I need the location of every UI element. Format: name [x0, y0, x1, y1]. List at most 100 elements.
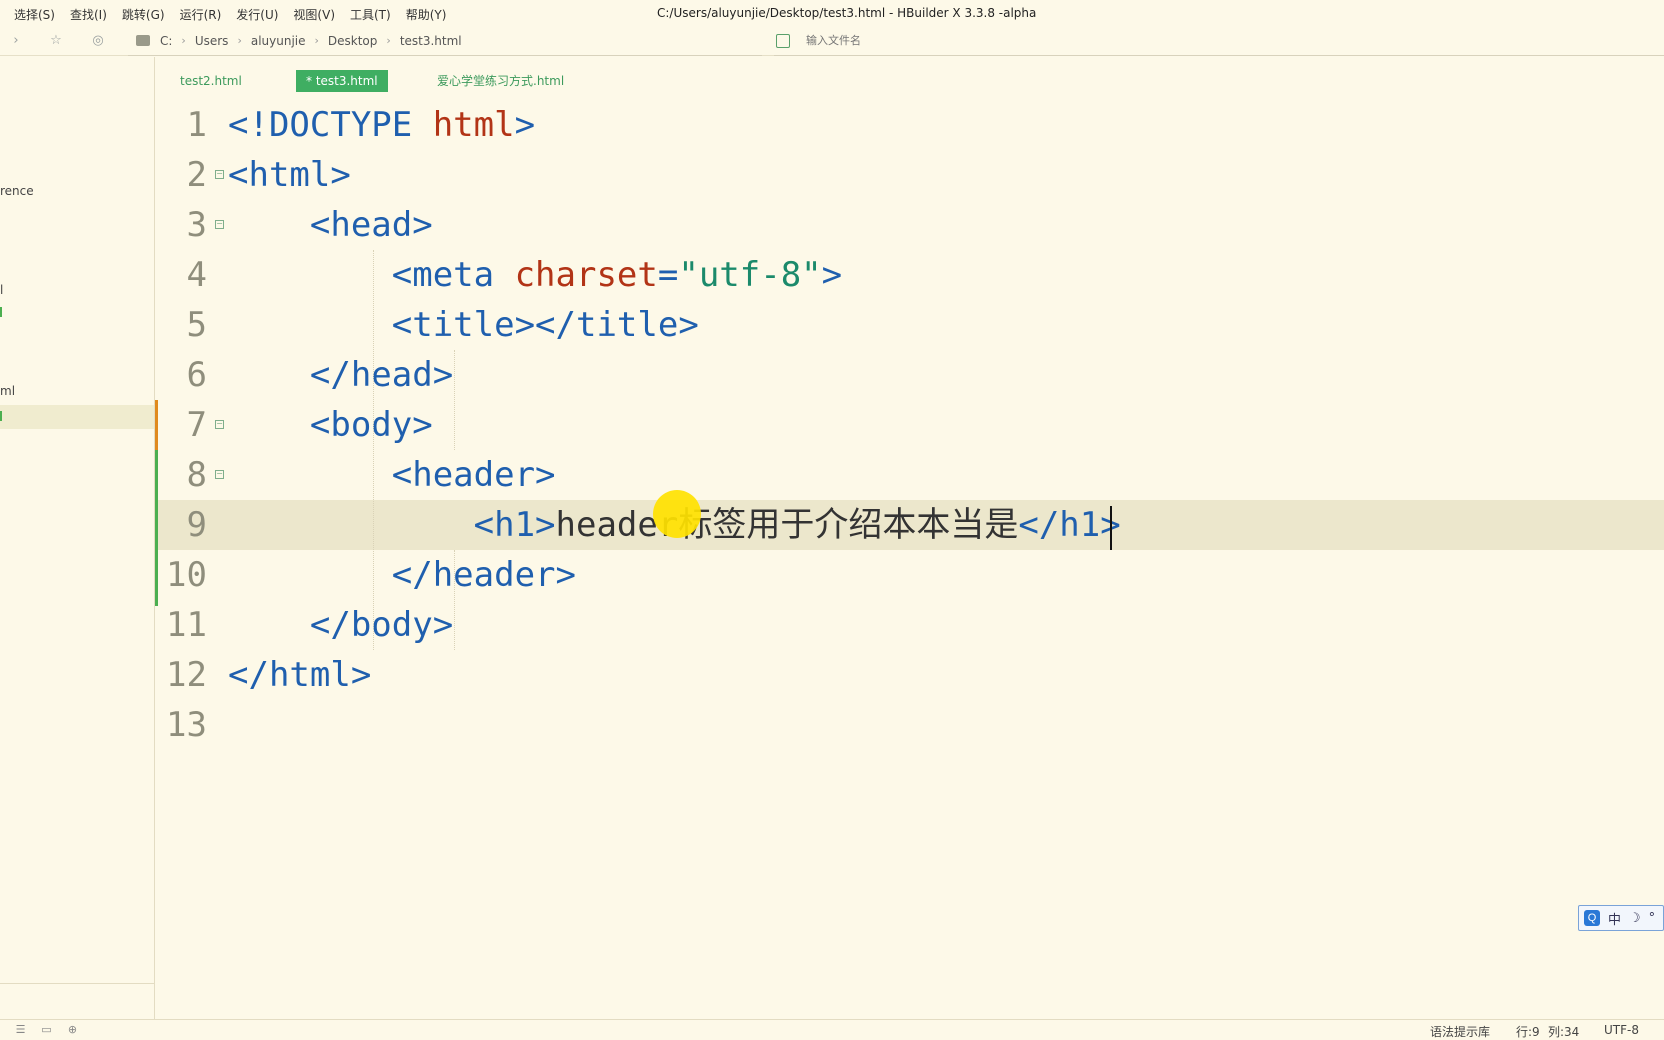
code-token: </h1>: [1018, 505, 1121, 545]
project-panel: rence l ml: [0, 57, 155, 1019]
code-text: <!DOCTYPE html>: [228, 100, 535, 150]
breadcrumb-item-desktop[interactable]: Desktop: [328, 34, 378, 48]
code-token: </html>: [228, 655, 372, 695]
indent-guide: [454, 550, 455, 650]
fold-toggle-icon[interactable]: −: [215, 420, 224, 429]
panel-divider: [0, 983, 154, 984]
folder-icon: [136, 35, 150, 46]
tab-test2[interactable]: test2.html: [170, 70, 252, 92]
file-search-icon: [776, 33, 790, 48]
menu-help[interactable]: 帮助(Y): [406, 6, 447, 23]
git-change-bar: [155, 450, 158, 606]
menu-goto[interactable]: 跳转(G): [122, 6, 165, 23]
code-text: <meta charset="utf-8">: [228, 250, 842, 300]
code-line[interactable]: 1 <!DOCTYPE html>: [155, 100, 1664, 150]
cursor-col[interactable]: 列:34: [1548, 1023, 1579, 1040]
project-tree-selected-item[interactable]: [0, 405, 154, 429]
line-number: 5: [186, 305, 207, 345]
menu-tools[interactable]: 工具(T): [350, 6, 391, 23]
star-icon[interactable]: ☆: [48, 33, 64, 49]
terminal-icon[interactable]: ▭: [40, 1023, 53, 1036]
list-icon[interactable]: ☰: [14, 1023, 27, 1036]
menu-find[interactable]: 查找(I): [70, 6, 107, 23]
code-token: <h1>: [228, 505, 556, 545]
file-search-input[interactable]: [804, 33, 1104, 48]
project-tree-item[interactable]: ml: [0, 384, 15, 398]
breadcrumb: C: › Users › aluyunjie › Desktop › test3…: [128, 26, 762, 56]
code-line[interactable]: 5 <title></title>: [155, 300, 1664, 350]
ime-logo-icon: Q: [1584, 910, 1600, 926]
line-number: 13: [166, 705, 207, 745]
code-token: <!DOCTYPE: [228, 105, 433, 145]
moon-icon[interactable]: ☽: [1629, 911, 1641, 926]
code-text: </html>: [228, 650, 371, 700]
code-token: html: [432, 105, 515, 145]
line-number: 6: [186, 355, 207, 395]
code-line[interactable]: 4 <meta charset="utf-8">: [155, 250, 1664, 300]
globe-icon[interactable]: ⊕: [66, 1023, 79, 1036]
code-token: charset: [514, 255, 658, 295]
breadcrumb-item-file[interactable]: test3.html: [400, 34, 462, 48]
indent-guide: [373, 250, 374, 650]
file-search: [774, 26, 1664, 56]
code-token: </body>: [228, 605, 454, 645]
fold-toggle-icon[interactable]: −: [215, 170, 224, 179]
toolbar: › ☆ ◎ C: › Users › aluyunjie › Desktop ›…: [0, 26, 1664, 56]
tab-test3[interactable]: * test3.html: [296, 70, 388, 92]
code-line[interactable]: 9 <h1>header标签用于介绍本本当是</h1>: [155, 500, 1664, 550]
breadcrumb-item-users[interactable]: Users: [195, 34, 229, 48]
fold-toggle-icon[interactable]: −: [215, 220, 224, 229]
code-token: header标签用于介绍本本当是: [555, 505, 1019, 545]
git-added-marker: [0, 411, 2, 421]
project-tree-item[interactable]: l: [0, 283, 3, 297]
line-number: 12: [166, 655, 207, 695]
status-bar: ☰ ▭ ⊕ 语法提示库 行:9 列:34 UTF-8: [0, 1019, 1664, 1040]
breadcrumb-item-user[interactable]: aluyunjie: [251, 34, 306, 48]
code-line[interactable]: 11 </body>: [155, 600, 1664, 650]
code-text: </header>: [228, 550, 576, 600]
code-text: </head>: [228, 350, 453, 400]
code-line[interactable]: 6 </head>: [155, 350, 1664, 400]
project-tree-item[interactable]: rence: [0, 184, 34, 198]
line-number: 3: [186, 205, 207, 245]
encoding[interactable]: UTF-8: [1604, 1023, 1639, 1037]
code-text: <header>: [228, 450, 556, 500]
code-line[interactable]: 3− <head>: [155, 200, 1664, 250]
code-text: <html>: [228, 150, 351, 200]
line-number: 4: [186, 255, 207, 295]
breadcrumb-item-drive[interactable]: C:: [160, 34, 172, 48]
preview-icon[interactable]: ◎: [90, 33, 106, 49]
menu-publish[interactable]: 发行(U): [236, 6, 278, 23]
ime-toolbar[interactable]: Q 中 ☽ °: [1578, 905, 1664, 931]
breadcrumb-separator: ›: [181, 34, 186, 47]
menu-view[interactable]: 视图(V): [293, 6, 335, 23]
punctuation-icon[interactable]: °: [1649, 911, 1656, 926]
line-number: 2: [186, 155, 207, 195]
code-line[interactable]: 12 </html>: [155, 650, 1664, 700]
line-number: 1: [186, 105, 207, 145]
forward-arrow-icon[interactable]: ›: [8, 33, 24, 49]
code-token: <head>: [228, 205, 433, 245]
git-added-marker: [0, 307, 2, 317]
code-line[interactable]: 13: [155, 700, 1664, 750]
code-editor[interactable]: 1 <!DOCTYPE html> 2− <html> 3− <head> 4 <meta…: [155, 100, 1664, 1000]
text-caret: [1110, 506, 1112, 550]
indent-guide: [454, 350, 455, 450]
menu-list: 选择(S) 查找(I) 跳转(G) 运行(R) 发行(U) 视图(V) 工具(T…: [14, 6, 461, 23]
code-line[interactable]: 7− <body>: [155, 400, 1664, 450]
code-line[interactable]: 8− <header>: [155, 450, 1664, 500]
menu-run[interactable]: 运行(R): [180, 6, 222, 23]
ime-mode[interactable]: 中: [1608, 909, 1621, 928]
menu-select[interactable]: 选择(S): [14, 6, 55, 23]
code-line[interactable]: 2− <html>: [155, 150, 1664, 200]
syntax-library[interactable]: 语法提示库: [1430, 1023, 1490, 1040]
mouse-pointer-highlight: [653, 490, 701, 538]
tab-love-school[interactable]: 爱心学堂练习方式.html: [427, 70, 574, 92]
code-line[interactable]: 10 </header>: [155, 550, 1664, 600]
fold-toggle-icon[interactable]: −: [215, 470, 224, 479]
cursor-row[interactable]: 行:9: [1516, 1023, 1540, 1040]
code-token: <title></title>: [228, 305, 699, 345]
code-token: <body>: [228, 405, 433, 445]
code-token: <header>: [228, 455, 556, 495]
code-token: </head>: [228, 355, 454, 395]
